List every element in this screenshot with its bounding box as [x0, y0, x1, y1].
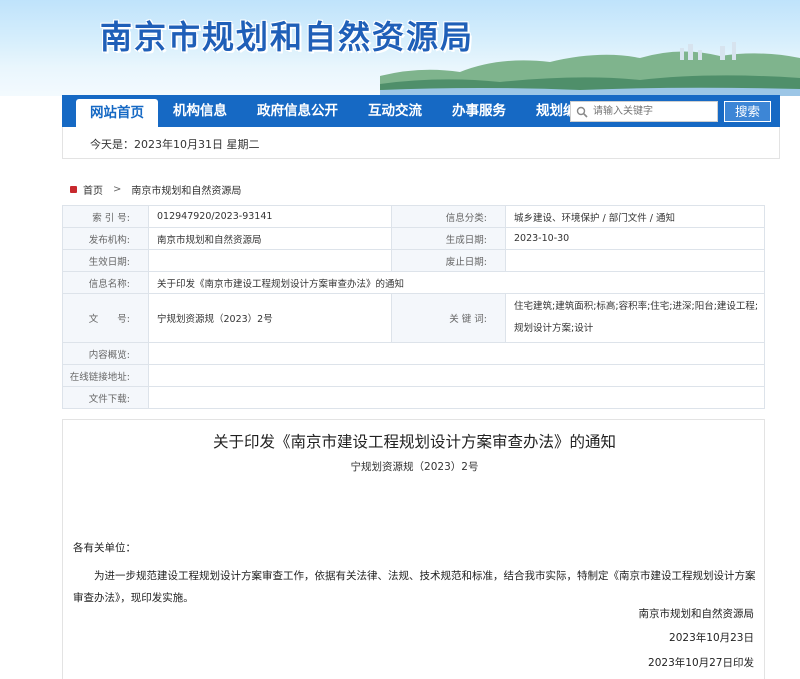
document-number: 宁规划资源规（2023）2号 [350, 461, 479, 473]
table-row: 发布机构: 南京市规划和自然资源局 生成日期: 2023-10-30 [62, 227, 765, 250]
created-value: 2023-10-30 [505, 227, 765, 250]
nav-item-services[interactable]: 办事服务 [437, 95, 521, 127]
overview-value [148, 342, 765, 365]
table-row: 索 引 号: 012947920/2023-93141 信息分类: 城乡建设、环… [62, 205, 765, 228]
search-box [570, 101, 718, 122]
breadcrumb-separator: > [113, 184, 122, 195]
effective-label: 生效日期: [62, 249, 149, 272]
category-label: 信息分类: [391, 205, 506, 228]
table-row: 文 号: 宁规划资源规（2023）2号 关 键 词: 住宅建筑;建筑面积;标高;… [62, 293, 765, 343]
main-nav: 网站首页 机构信息 政府信息公开 互动交流 办事服务 规划编制 搜索 [62, 95, 780, 127]
search-input[interactable] [593, 102, 717, 121]
online-link-value[interactable] [148, 364, 765, 387]
document-sign-date: 2023年10月23日 [669, 632, 754, 644]
document-paragraph: 为进一步规范建设工程规划设计方案审查工作，依据有关法律、法规、技术规范和标准，结… [73, 570, 756, 604]
nav-item-home[interactable]: 网站首页 [76, 99, 158, 127]
breadcrumb: 首页 > 南京市规划和自然资源局 [70, 182, 241, 197]
table-row: 内容概览: [62, 342, 765, 365]
created-label: 生成日期: [391, 227, 506, 250]
nav-item-interaction[interactable]: 互动交流 [353, 95, 437, 127]
keywords-label: 关 键 词: [391, 293, 506, 343]
document-title: 关于印发《南京市建设工程规划设计方案审查办法》的通知 [212, 433, 616, 451]
document-salutation: 各有关单位： [73, 542, 136, 554]
header-banner: 南京市规划和自然资源局 [0, 0, 800, 96]
doc-no-label: 文 号: [62, 293, 149, 343]
publisher-label: 发布机构: [62, 227, 149, 250]
table-row: 文件下载: [62, 386, 765, 409]
table-row: 生效日期: 废止日期: [62, 249, 765, 272]
expiry-label: 废止日期: [391, 249, 506, 272]
expiry-value [505, 249, 765, 272]
home-icon [70, 186, 77, 193]
document-panel: 关于印发《南京市建设工程规划设计方案审查办法》的通知 宁规划资源规（2023）2… [62, 419, 765, 679]
search-button[interactable]: 搜索 [724, 101, 771, 122]
keywords-value: 住宅建筑;建筑面积;标高;容积率;住宅;进深;阳台;建设工程;规划设计方案;设计 [505, 293, 765, 343]
doc-no-value: 宁规划资源规（2023）2号 [148, 293, 392, 343]
effective-value [148, 249, 392, 272]
download-value[interactable] [148, 386, 765, 409]
info-table: 索 引 号: 012947920/2023-93141 信息分类: 城乡建设、环… [62, 205, 765, 409]
document-signer: 南京市规划和自然资源局 [638, 608, 755, 620]
breadcrumb-current[interactable]: 南京市规划和自然资源局 [131, 182, 241, 197]
index-value: 012947920/2023-93141 [148, 205, 392, 228]
document-print-date: 2023年10月27日印发 [648, 657, 754, 669]
magnifier-icon [571, 102, 593, 121]
document-body: 各有关单位： 为进一步规范建设工程规划设计方案审查工作，依据有关法律、法规、技术… [73, 540, 759, 609]
table-row: 在线链接地址: [62, 364, 765, 387]
name-value: 关于印发《南京市建设工程规划设计方案审查办法》的通知 [148, 271, 765, 294]
online-link-label: 在线链接地址: [62, 364, 149, 387]
site-title: 南京市规划和自然资源局 [100, 18, 475, 56]
category-value: 城乡建设、环境保护 / 部门文件 / 通知 [505, 205, 765, 228]
nav-item-organization[interactable]: 机构信息 [158, 95, 242, 127]
index-label: 索 引 号: [62, 205, 149, 228]
download-label: 文件下载: [62, 386, 149, 409]
breadcrumb-home[interactable]: 首页 [83, 182, 103, 197]
publisher-value: 南京市规划和自然资源局 [148, 227, 392, 250]
name-label: 信息名称: [62, 271, 149, 294]
table-row: 信息名称: 关于印发《南京市建设工程规划设计方案审查办法》的通知 [62, 271, 765, 294]
today-date: 今天是：2023年10月31日 星期二 [90, 138, 260, 151]
nav-item-gov-info[interactable]: 政府信息公开 [242, 95, 353, 127]
overview-label: 内容概览: [62, 342, 149, 365]
